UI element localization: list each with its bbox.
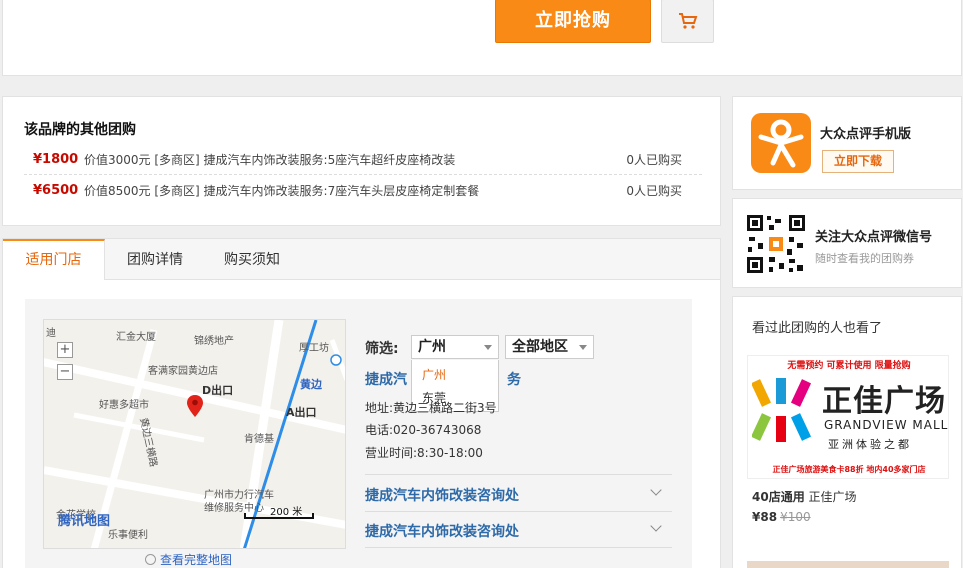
cart-icon bbox=[679, 13, 698, 29]
chevron-down-icon bbox=[484, 345, 492, 350]
chevron-down-icon bbox=[579, 345, 587, 350]
store-address: 地址:黄边三横路二街3号 bbox=[365, 401, 497, 415]
tab-stores[interactable]: 适用门店 bbox=[3, 239, 105, 282]
map-logo: 腾讯地图 bbox=[58, 514, 111, 529]
map-label: 厚工坊 bbox=[299, 343, 329, 354]
deal-bought-count: 0人已购买 bbox=[626, 153, 682, 167]
buy-now-button[interactable]: 立即抢购 bbox=[495, 0, 651, 43]
deal-price: ¥1800 bbox=[33, 152, 79, 167]
map-label: 汇金大厦 bbox=[116, 332, 156, 343]
current-price: ¥88 bbox=[752, 510, 778, 524]
map-label: 迪 bbox=[46, 328, 56, 339]
banner-mall-english: GRANDVIEW MALL bbox=[824, 418, 949, 432]
map-label: D出口 bbox=[202, 384, 234, 397]
zoom-magnifier-icon bbox=[145, 554, 156, 565]
area-select-value: 全部地区 bbox=[512, 339, 568, 355]
deal-price: ¥6500 bbox=[33, 183, 79, 198]
add-to-cart-button[interactable] bbox=[661, 0, 714, 43]
deal-description[interactable]: 价值3000元 [多商区] 捷成汽车内饰改装服务:5座汽车超纤皮座椅改装 bbox=[84, 145, 455, 175]
store-phone: 电话:020-36743068 bbox=[365, 423, 482, 437]
app-logo-icon bbox=[758, 119, 804, 168]
city-select-value: 广州 bbox=[418, 339, 446, 355]
store-name-link[interactable]: 捷成汽车内饰改装咨询处 bbox=[365, 521, 519, 541]
store-count-label: 40店通用 bbox=[752, 490, 805, 504]
banner-top-text: 无需预约 可累计使用 限量抢购 bbox=[787, 361, 911, 371]
next-recommendation-image[interactable] bbox=[747, 561, 949, 568]
wechat-title: 关注大众点评微信号 bbox=[815, 230, 933, 245]
city-select[interactable]: 广州 bbox=[411, 335, 499, 359]
buy-panel: 立即抢购 bbox=[2, 0, 962, 76]
deal-bought-count: 0人已购买 bbox=[626, 184, 682, 198]
mall-logo-icon bbox=[752, 378, 812, 442]
zoom-in-button[interactable]: + bbox=[57, 342, 73, 358]
qr-code-icon bbox=[745, 213, 807, 275]
recommendation-name: 正佳广场 bbox=[808, 490, 857, 504]
area-select[interactable]: 全部地区 bbox=[505, 335, 594, 359]
zoom-out-button[interactable]: − bbox=[57, 364, 73, 380]
other-deals-panel: 该品牌的其他团购 ¥1800 价值3000元 [多商区] 捷成汽车内饰改装服务:… bbox=[2, 96, 721, 226]
tab-purchase-notes[interactable]: 购买须知 bbox=[205, 239, 299, 281]
original-price: ¥100 bbox=[780, 510, 811, 524]
map-label: 好惠多超市 bbox=[99, 400, 149, 411]
banner-mall-name: 正佳广场 bbox=[822, 384, 946, 419]
wechat-subtitle: 随时查看我的团购券 bbox=[815, 252, 914, 265]
store-hours: 营业时间:8:30-18:00 bbox=[365, 446, 483, 460]
deal-row[interactable]: ¥1800 价值3000元 [多商区] 捷成汽车内饰改装服务:5座汽车超纤皮座椅… bbox=[24, 145, 702, 175]
banner-slogan: 亚洲体验之都 bbox=[828, 438, 912, 451]
map-label: 肯德基 bbox=[244, 434, 274, 445]
city-option-guangzhou[interactable]: 广州 bbox=[422, 366, 446, 383]
recommendations-panel: 看过此团购的人也看了 无需预约 可累计使用 限量抢购 正佳广场 GRANDVIE… bbox=[732, 296, 962, 568]
store-box: 迪 汇金大厦 锦绣地产 厚工坊 客满家园黄边店 D出口 黄边 好惠多超市 A出口… bbox=[25, 299, 692, 568]
map-label: 维修服务中心 bbox=[204, 503, 264, 514]
map-label: 黄边 bbox=[300, 378, 322, 391]
map-scale-label: 200 米 bbox=[270, 507, 303, 518]
filter-label: 筛选: bbox=[365, 341, 399, 357]
chevron-down-icon[interactable] bbox=[650, 520, 662, 532]
wechat-panel: 关注大众点评微信号 随时查看我的团购券 bbox=[732, 198, 962, 288]
divider bbox=[365, 511, 672, 512]
download-app-button[interactable]: 立即下载 bbox=[822, 150, 894, 173]
store-name-start: 捷成汽 bbox=[365, 372, 407, 388]
recommendations-title: 看过此团购的人也看了 bbox=[752, 321, 883, 336]
divider bbox=[365, 474, 672, 475]
tab-deal-details[interactable]: 团购详情 bbox=[105, 239, 205, 281]
divider bbox=[365, 547, 672, 548]
map[interactable]: 迪 汇金大厦 锦绣地产 厚工坊 客满家园黄边店 D出口 黄边 好惠多超市 A出口… bbox=[43, 319, 346, 549]
app-title: 大众点评手机版 bbox=[820, 127, 912, 142]
deal-row[interactable]: ¥6500 价值8500元 [多商区] 捷成汽车内饰改装服务:7座汽车头层皮座椅… bbox=[24, 176, 702, 206]
dianping-app-icon[interactable] bbox=[751, 113, 811, 173]
map-label: A出口 bbox=[286, 406, 317, 419]
recommendation-image[interactable]: 无需预约 可累计使用 限量抢购 正佳广场 GRANDVIEW MALL 亚洲体验… bbox=[747, 355, 949, 479]
view-full-map-link[interactable]: 查看完整地图 bbox=[145, 551, 232, 568]
recommendation-caption[interactable]: 40店通用 正佳广场 bbox=[752, 488, 857, 505]
deal-description[interactable]: 价值8500元 [多商区] 捷成汽车内饰改装服务:7座汽车头层皮座椅定制套餐 bbox=[84, 176, 479, 206]
mobile-app-panel: 大众点评手机版 立即下载 bbox=[732, 96, 962, 190]
recommendation-price: ¥88 ¥100 bbox=[752, 510, 811, 524]
store-name-link[interactable]: 捷成汽车内饰改装咨询处 bbox=[365, 485, 519, 505]
map-label: 乐事便利 bbox=[108, 530, 148, 541]
store-section: 迪 汇金大厦 锦绣地产 厚工坊 客满家园黄边店 D出口 黄边 好惠多超市 A出口… bbox=[2, 280, 721, 568]
store-name-end: 务 bbox=[507, 372, 521, 388]
chevron-down-icon[interactable] bbox=[650, 484, 662, 496]
map-label: 客满家园黄边店 bbox=[148, 366, 218, 377]
detail-tabs: 适用门店 团购详情 购买须知 bbox=[2, 238, 721, 282]
map-pin-icon[interactable] bbox=[187, 395, 203, 417]
banner-bottom-text: 正佳广场旅游美食卡88折 地内40多家门店 bbox=[772, 465, 926, 474]
view-full-map-label: 查看完整地图 bbox=[160, 553, 233, 567]
map-label: 锦绣地产 bbox=[194, 336, 234, 347]
other-deals-title: 该品牌的其他团购 bbox=[24, 122, 136, 138]
